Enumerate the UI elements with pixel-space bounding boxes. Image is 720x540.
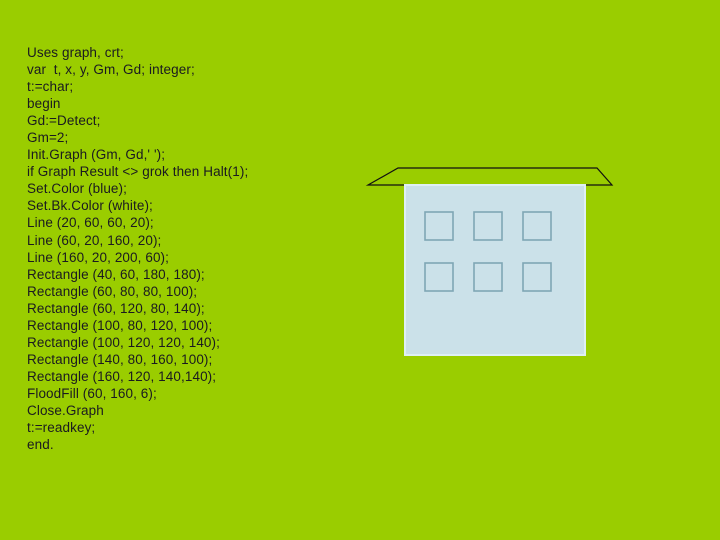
code-line: t:=readkey;: [27, 420, 96, 436]
code-line: Close.Graph: [27, 402, 104, 418]
code-line: Gm=2;: [27, 130, 69, 146]
code-line: begin: [27, 96, 61, 112]
code-line: Rectangle (60, 80, 80, 100);: [27, 283, 198, 299]
house-svg: [365, 167, 614, 356]
code-line: FloodFill (60, 160, 6);: [27, 385, 157, 401]
code-line: Set.Color (blue);: [27, 181, 127, 197]
code-line: Rectangle (40, 60, 180, 180);: [27, 266, 205, 282]
code-line: Rectangle (160, 120, 140,140);: [27, 368, 217, 384]
code-line: Rectangle (140, 80, 160, 100);: [27, 351, 213, 367]
code-line: Rectangle (60, 120, 80, 140);: [27, 300, 205, 316]
code-line: Uses graph, crt;: [27, 45, 124, 60]
code-line: Set.Bk.Color (white);: [27, 198, 153, 214]
wall-shape: [404, 184, 586, 356]
code-listing: Uses graph, crt; var t, x, y, Gm, Gd; int…: [27, 44, 357, 453]
code-line: var t, x, y, Gm, Gd; integer;: [27, 62, 195, 78]
code-line: Rectangle (100, 120, 120, 140);: [27, 334, 220, 350]
code-line: Rectangle (100, 80, 120, 100);: [27, 317, 213, 333]
code-line: Gd:=Detect;: [27, 113, 101, 129]
code-line: t:=char;: [27, 79, 74, 95]
slide-canvas: Uses graph, crt; var t, x, y, Gm, Gd; int…: [0, 0, 720, 540]
code-line: Line (160, 20, 200, 60);: [27, 249, 170, 265]
code-line: if Graph Result <> grok then Halt(1);: [27, 164, 249, 180]
code-line: Line (60, 20, 160, 20);: [27, 232, 162, 248]
code-line: Init.Graph (Gm, Gd,' ');: [27, 147, 166, 163]
house-figure: [360, 155, 630, 370]
roof-shape: [365, 167, 614, 186]
code-line: Line (20, 60, 60, 20);: [27, 215, 154, 231]
code-line: end.: [27, 437, 54, 453]
